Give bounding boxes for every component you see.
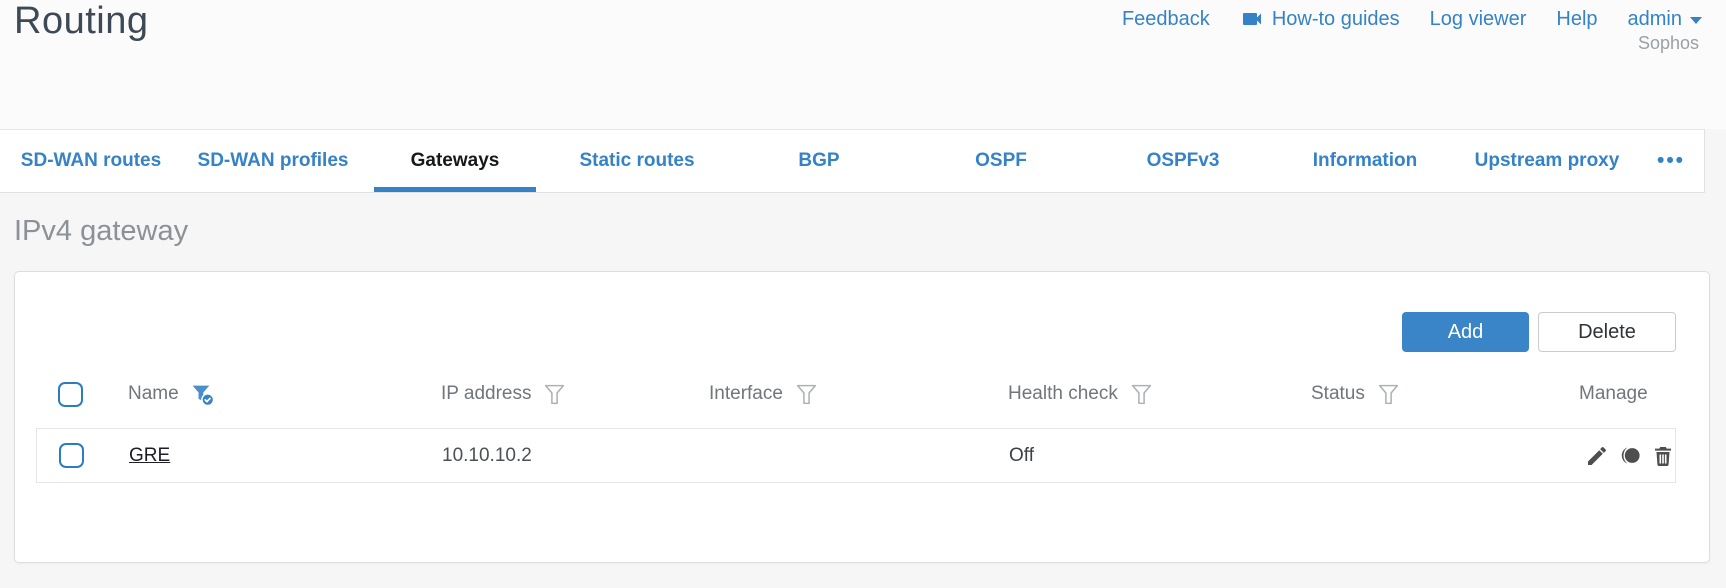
vendor-label: Sophos bbox=[1637, 33, 1699, 53]
tab-sd-wan-routes[interactable]: SD-WAN routes bbox=[0, 130, 182, 192]
row-checkbox[interactable] bbox=[59, 443, 84, 468]
tab-static-routes[interactable]: Static routes bbox=[546, 130, 728, 192]
clone-icon[interactable] bbox=[1617, 443, 1642, 468]
help-link[interactable]: Help bbox=[1556, 8, 1597, 31]
filter-active-icon[interactable] bbox=[190, 382, 215, 407]
filter-icon[interactable] bbox=[794, 382, 819, 407]
tab-information[interactable]: Information bbox=[1274, 130, 1456, 192]
content-area: IPv4 gateway Add Delete Name IP address … bbox=[0, 193, 1726, 563]
delete-icon[interactable] bbox=[1650, 443, 1675, 468]
tab-upstream-proxy[interactable]: Upstream proxy bbox=[1456, 130, 1638, 192]
gateway-card: Add Delete Name IP address Interface Hea… bbox=[14, 271, 1710, 563]
cell-ip-address: 10.10.10.2 bbox=[442, 444, 532, 466]
filter-icon[interactable] bbox=[1129, 382, 1154, 407]
tab-overflow-button[interactable]: ••• bbox=[1638, 130, 1704, 192]
admin-menu-label: admin bbox=[1627, 7, 1682, 30]
admin-menu[interactable]: admin bbox=[1628, 8, 1702, 31]
tab-ospf[interactable]: OSPF bbox=[910, 130, 1092, 192]
feedback-link[interactable]: Feedback bbox=[1122, 8, 1210, 31]
log-viewer-label: Log viewer bbox=[1429, 7, 1527, 30]
column-ip-address-label: IP address bbox=[441, 383, 532, 404]
feedback-link-label: Feedback bbox=[1121, 7, 1210, 30]
column-manage-label: Manage bbox=[1579, 383, 1648, 404]
top-header: Routing Feedback How-to guides Log viewe… bbox=[0, 0, 1726, 129]
add-button[interactable]: Add bbox=[1402, 312, 1529, 352]
tab-gateways[interactable]: Gateways bbox=[364, 130, 546, 192]
column-status-label: Status bbox=[1311, 383, 1365, 404]
gateway-name-link[interactable]: GRE bbox=[129, 445, 170, 466]
tab-ospfv3[interactable]: OSPFv3 bbox=[1092, 130, 1274, 192]
chevron-down-icon bbox=[1690, 16, 1702, 24]
column-health-check-label: Health check bbox=[1008, 383, 1118, 404]
cell-manage bbox=[1546, 443, 1675, 468]
videocam-icon bbox=[1240, 7, 1264, 31]
tab-bar: SD-WAN routes SD-WAN profiles Gateways S… bbox=[0, 129, 1705, 193]
how-to-guides-link[interactable]: How-to guides bbox=[1240, 7, 1400, 31]
select-all-checkbox[interactable] bbox=[58, 381, 83, 407]
page-title: Routing bbox=[14, 0, 149, 42]
tab-sd-wan-profiles[interactable]: SD-WAN profiles bbox=[182, 130, 364, 192]
table-header: Name IP address Interface Health check S… bbox=[36, 374, 1676, 414]
toolbar: Add Delete bbox=[36, 312, 1676, 352]
edit-icon[interactable] bbox=[1584, 443, 1609, 468]
delete-button[interactable]: Delete bbox=[1538, 312, 1676, 352]
header-links: Feedback How-to guides Log viewer Help a… bbox=[1122, 7, 1702, 31]
filter-icon[interactable] bbox=[1376, 382, 1401, 407]
how-to-guides-label: How-to guides bbox=[1271, 7, 1400, 30]
column-interface-label: Interface bbox=[709, 383, 783, 404]
table-row: GRE 10.10.10.2 Off bbox=[36, 428, 1676, 483]
section-title: IPv4 gateway bbox=[14, 215, 189, 247]
cell-health-check: Off bbox=[1009, 444, 1034, 466]
help-label: Help bbox=[1556, 7, 1598, 30]
tab-bgp[interactable]: BGP bbox=[728, 130, 910, 192]
filter-icon[interactable] bbox=[542, 382, 567, 407]
log-viewer-link[interactable]: Log viewer bbox=[1430, 8, 1527, 31]
column-name-label: Name bbox=[128, 383, 179, 404]
